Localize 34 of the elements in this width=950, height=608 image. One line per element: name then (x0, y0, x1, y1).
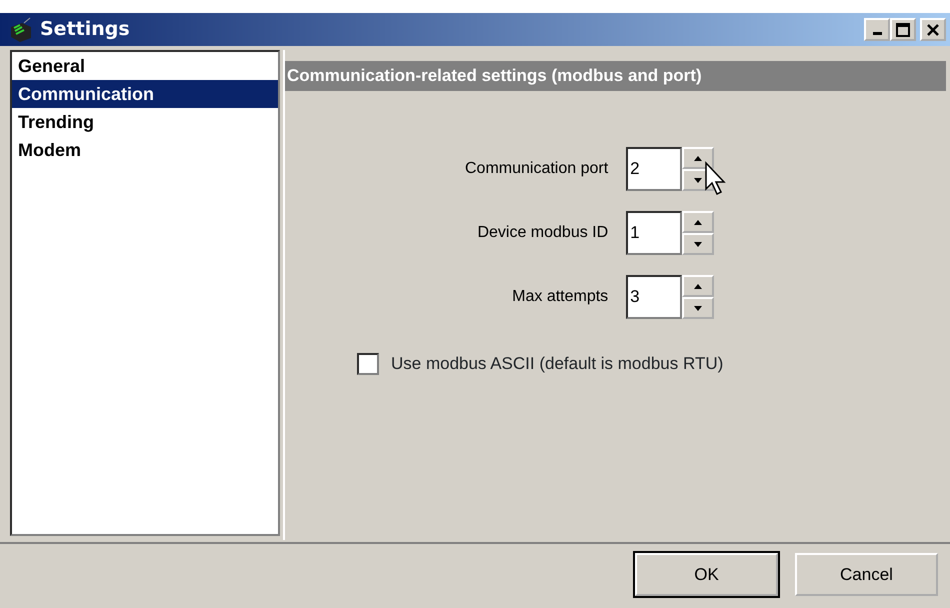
minimize-icon (872, 32, 882, 35)
dialog-button[interactable]: OK (635, 553, 778, 596)
spin-down-button[interactable] (682, 297, 714, 319)
box-icon (8, 16, 34, 42)
maximize-icon (896, 22, 910, 36)
section-heading: Communication-related settings (modbus and port) (285, 61, 946, 91)
list-item[interactable]: Communication (12, 80, 278, 108)
list-item[interactable]: General (12, 52, 278, 80)
number-field[interactable]: 2 (626, 147, 682, 191)
close-button[interactable] (920, 18, 946, 41)
checkbox-label: Use modbus ASCII (default is modbus RTU) (391, 353, 724, 375)
spin-down-button[interactable] (682, 233, 714, 255)
down-arrow-icon (694, 178, 702, 182)
field-label: Max attempts (511, 287, 608, 307)
spin-up-button[interactable] (682, 275, 714, 297)
number-field[interactable]: 3 (626, 275, 682, 319)
list-item[interactable]: Trending (12, 108, 278, 136)
close-icon (926, 22, 940, 36)
dialog-button[interactable]: Cancel (795, 553, 938, 596)
list-item[interactable]: Modem (12, 136, 278, 164)
up-arrow-icon (694, 220, 702, 224)
spin-up-button[interactable] (682, 147, 714, 169)
down-arrow-icon (694, 242, 702, 246)
up-arrow-icon (694, 284, 702, 288)
up-arrow-icon (694, 156, 702, 160)
field-label: Device modbus ID (476, 223, 608, 243)
spin-up-button[interactable] (682, 211, 714, 233)
maximize-button[interactable] (890, 18, 916, 41)
number-field[interactable]: 1 (626, 211, 682, 255)
minimize-button[interactable] (864, 18, 890, 41)
window-title: Settings (40, 17, 130, 42)
field-label: Communication port (465, 159, 608, 179)
down-arrow-icon (694, 306, 702, 310)
checkbox[interactable] (357, 352, 379, 375)
